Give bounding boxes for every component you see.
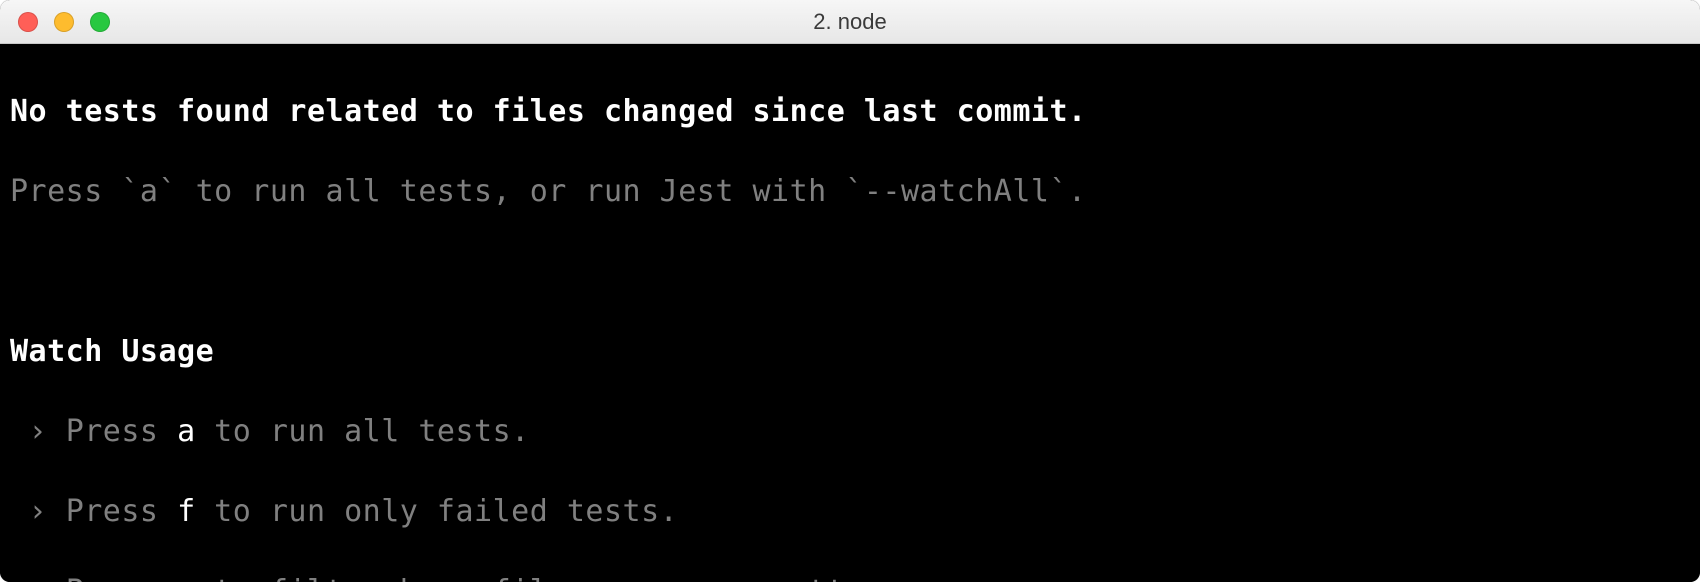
key-f: f: [177, 494, 196, 529]
usage-item: › Press f to run only failed tests.: [10, 492, 1690, 532]
titlebar: 2. node: [0, 0, 1700, 44]
key-a-desc: to run all tests.: [196, 414, 530, 449]
press-label: Press: [66, 494, 177, 529]
traffic-lights: [18, 12, 110, 32]
key-p-desc: to filter by a filename regex pattern.: [196, 574, 920, 582]
terminal-window: 2. node No tests found related to files …: [0, 0, 1700, 582]
bullet-icon: ›: [10, 574, 66, 582]
hint-line: Press `a` to run all tests, or run Jest …: [10, 174, 1087, 209]
close-icon[interactable]: [18, 12, 38, 32]
key-p: p: [177, 574, 196, 582]
press-label: Press: [66, 574, 177, 582]
key-a: a: [177, 414, 196, 449]
watch-usage-heading: Watch Usage: [10, 334, 214, 369]
window-title: 2. node: [0, 9, 1700, 35]
bullet-icon: ›: [10, 494, 66, 529]
press-label: Press: [66, 414, 177, 449]
minimize-icon[interactable]: [54, 12, 74, 32]
zoom-icon[interactable]: [90, 12, 110, 32]
usage-item: › Press a to run all tests.: [10, 412, 1690, 452]
status-line: No tests found related to files changed …: [10, 94, 1087, 129]
bullet-icon: ›: [10, 414, 66, 449]
key-f-desc: to run only failed tests.: [196, 494, 679, 529]
terminal-output[interactable]: No tests found related to files changed …: [0, 44, 1700, 582]
usage-item: › Press p to filter by a filename regex …: [10, 572, 1690, 582]
